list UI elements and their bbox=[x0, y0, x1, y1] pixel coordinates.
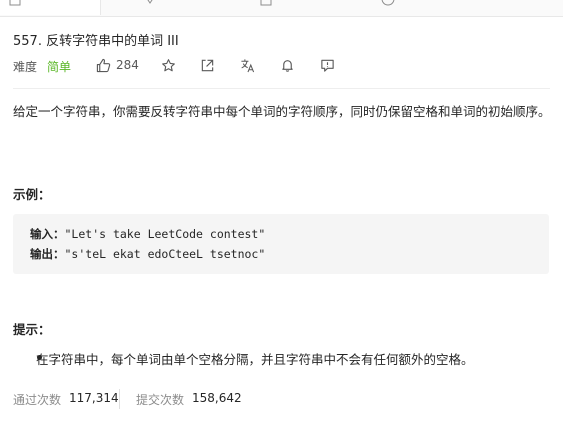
tab-description[interactable] bbox=[0, 0, 101, 15]
input-label: 输入： bbox=[30, 227, 65, 241]
tab-comments[interactable] bbox=[259, 0, 339, 15]
output-label: 输出： bbox=[30, 247, 65, 261]
submission-stats: 通过次数 117,314 提交次数 158,642 bbox=[13, 389, 313, 411]
example-output-row: 输出："s'teL ekat edoCteeL tsetnoc" bbox=[30, 246, 265, 262]
problem-title: 557. 反转字符串中的单词 III bbox=[13, 34, 179, 49]
tab-solutions[interactable] bbox=[144, 0, 224, 15]
input-value: "Let's take LeetCode contest" bbox=[64, 227, 266, 241]
stats-separator bbox=[119, 389, 120, 409]
bell-icon[interactable] bbox=[280, 58, 295, 73]
tab-submissions-icon bbox=[381, 0, 395, 6]
top-tab-bar bbox=[0, 0, 563, 17]
example-code-block: 输入："Let's take LeetCode contest" 输出："s't… bbox=[13, 214, 549, 274]
accepted-count: 117,314 bbox=[69, 391, 119, 405]
tab-submissions[interactable] bbox=[381, 0, 461, 15]
example-heading: 示例： bbox=[13, 187, 51, 202]
tab-comments-icon bbox=[260, 0, 272, 6]
tip-item: 在字符串中，每个单词由单个空格分隔，并且字符串中不会有任何额外的空格。 bbox=[36, 352, 474, 367]
difficulty-label: 难度 bbox=[13, 60, 38, 74]
share-icon[interactable] bbox=[200, 58, 215, 73]
submissions-label: 提交次数 bbox=[136, 393, 185, 407]
thumbs-up-icon[interactable] bbox=[96, 58, 111, 73]
section-divider bbox=[13, 88, 550, 89]
accepted-label: 通过次数 bbox=[13, 393, 62, 407]
feedback-icon[interactable] bbox=[320, 58, 335, 73]
difficulty-badge: 简单 bbox=[47, 60, 72, 74]
tab-description-icon bbox=[9, 0, 21, 6]
example-input-row: 输入："Let's take LeetCode contest" bbox=[30, 226, 265, 242]
translate-icon[interactable] bbox=[240, 58, 255, 73]
submissions-count: 158,642 bbox=[192, 391, 242, 405]
likes-count: 284 bbox=[116, 58, 139, 72]
tab-solutions-icon bbox=[147, 0, 153, 4]
star-icon[interactable] bbox=[161, 58, 176, 73]
tip-heading: 提示： bbox=[13, 322, 51, 337]
output-value: "s'teL ekat edoCteeL tsetnoc" bbox=[64, 247, 266, 261]
problem-description: 给定一个字符串，你需要反转字符串中每个单词的字符顺序，同时仍保留空格和单词的初始… bbox=[13, 104, 551, 119]
